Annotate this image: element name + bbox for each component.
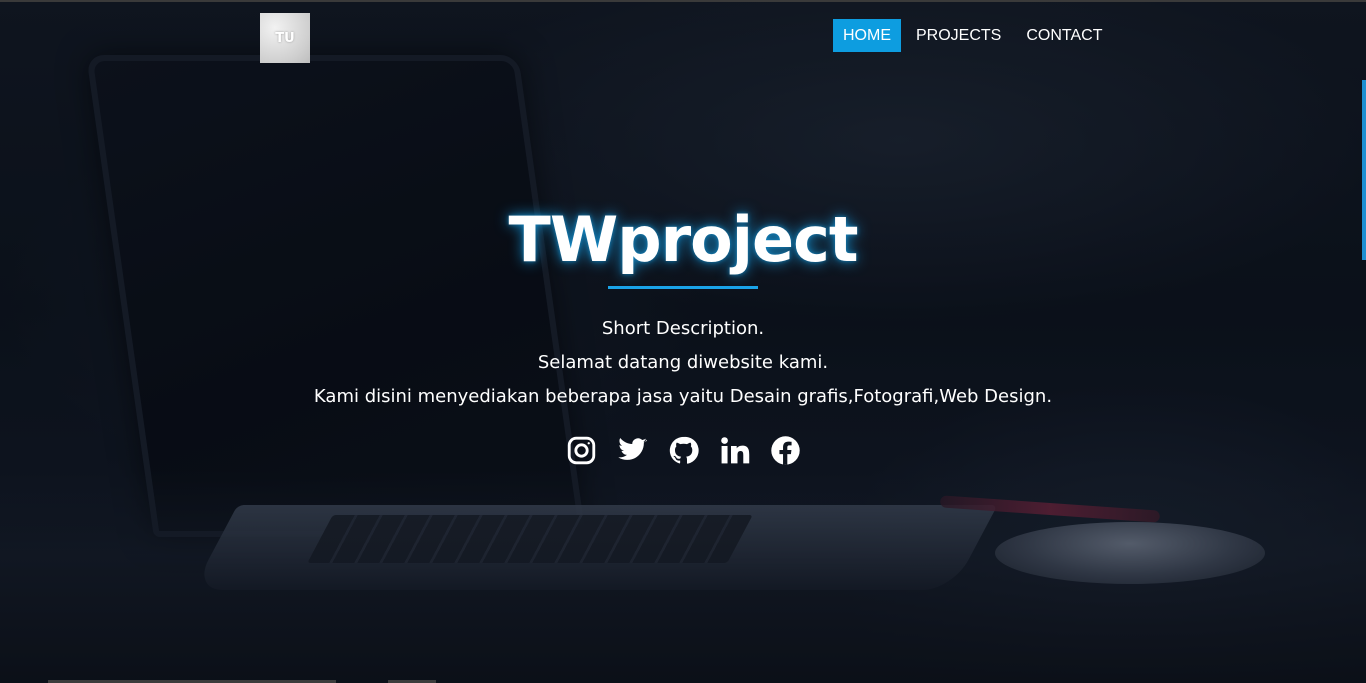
title-underline <box>608 286 758 289</box>
description-line-2: Selamat datang diwebsite kami. <box>537 352 829 373</box>
nav-projects[interactable]: PROJECTS <box>906 19 1011 52</box>
facebook-icon[interactable] <box>770 435 801 466</box>
linkedin-icon[interactable] <box>719 435 750 466</box>
top-border <box>0 0 1366 2</box>
site-logo[interactable]: TU <box>260 13 310 63</box>
instagram-icon[interactable] <box>566 435 597 466</box>
main-nav: HOME PROJECTS CONTACT <box>833 19 1117 52</box>
social-links <box>0 435 1366 466</box>
hero-description: Short Description. Selamat datang diwebs… <box>0 312 1366 414</box>
scrollbar-thumb[interactable] <box>1362 80 1366 260</box>
nav-contact[interactable]: CONTACT <box>1016 19 1112 52</box>
hero-section: TWproject Short Description. Selamat dat… <box>0 200 1366 466</box>
hero-title: TWproject <box>508 203 859 276</box>
page: TU HOME PROJECTS CONTACT TWproject Short… <box>0 0 1366 683</box>
twitter-icon[interactable] <box>617 435 648 466</box>
description-line-3: Kami disini menyediakan beberapa jasa ya… <box>313 386 1053 407</box>
description-line-1: Short Description. <box>601 318 765 339</box>
github-icon[interactable] <box>668 435 699 466</box>
logo-text: TU <box>275 30 295 46</box>
nav-home[interactable]: HOME <box>833 19 901 52</box>
